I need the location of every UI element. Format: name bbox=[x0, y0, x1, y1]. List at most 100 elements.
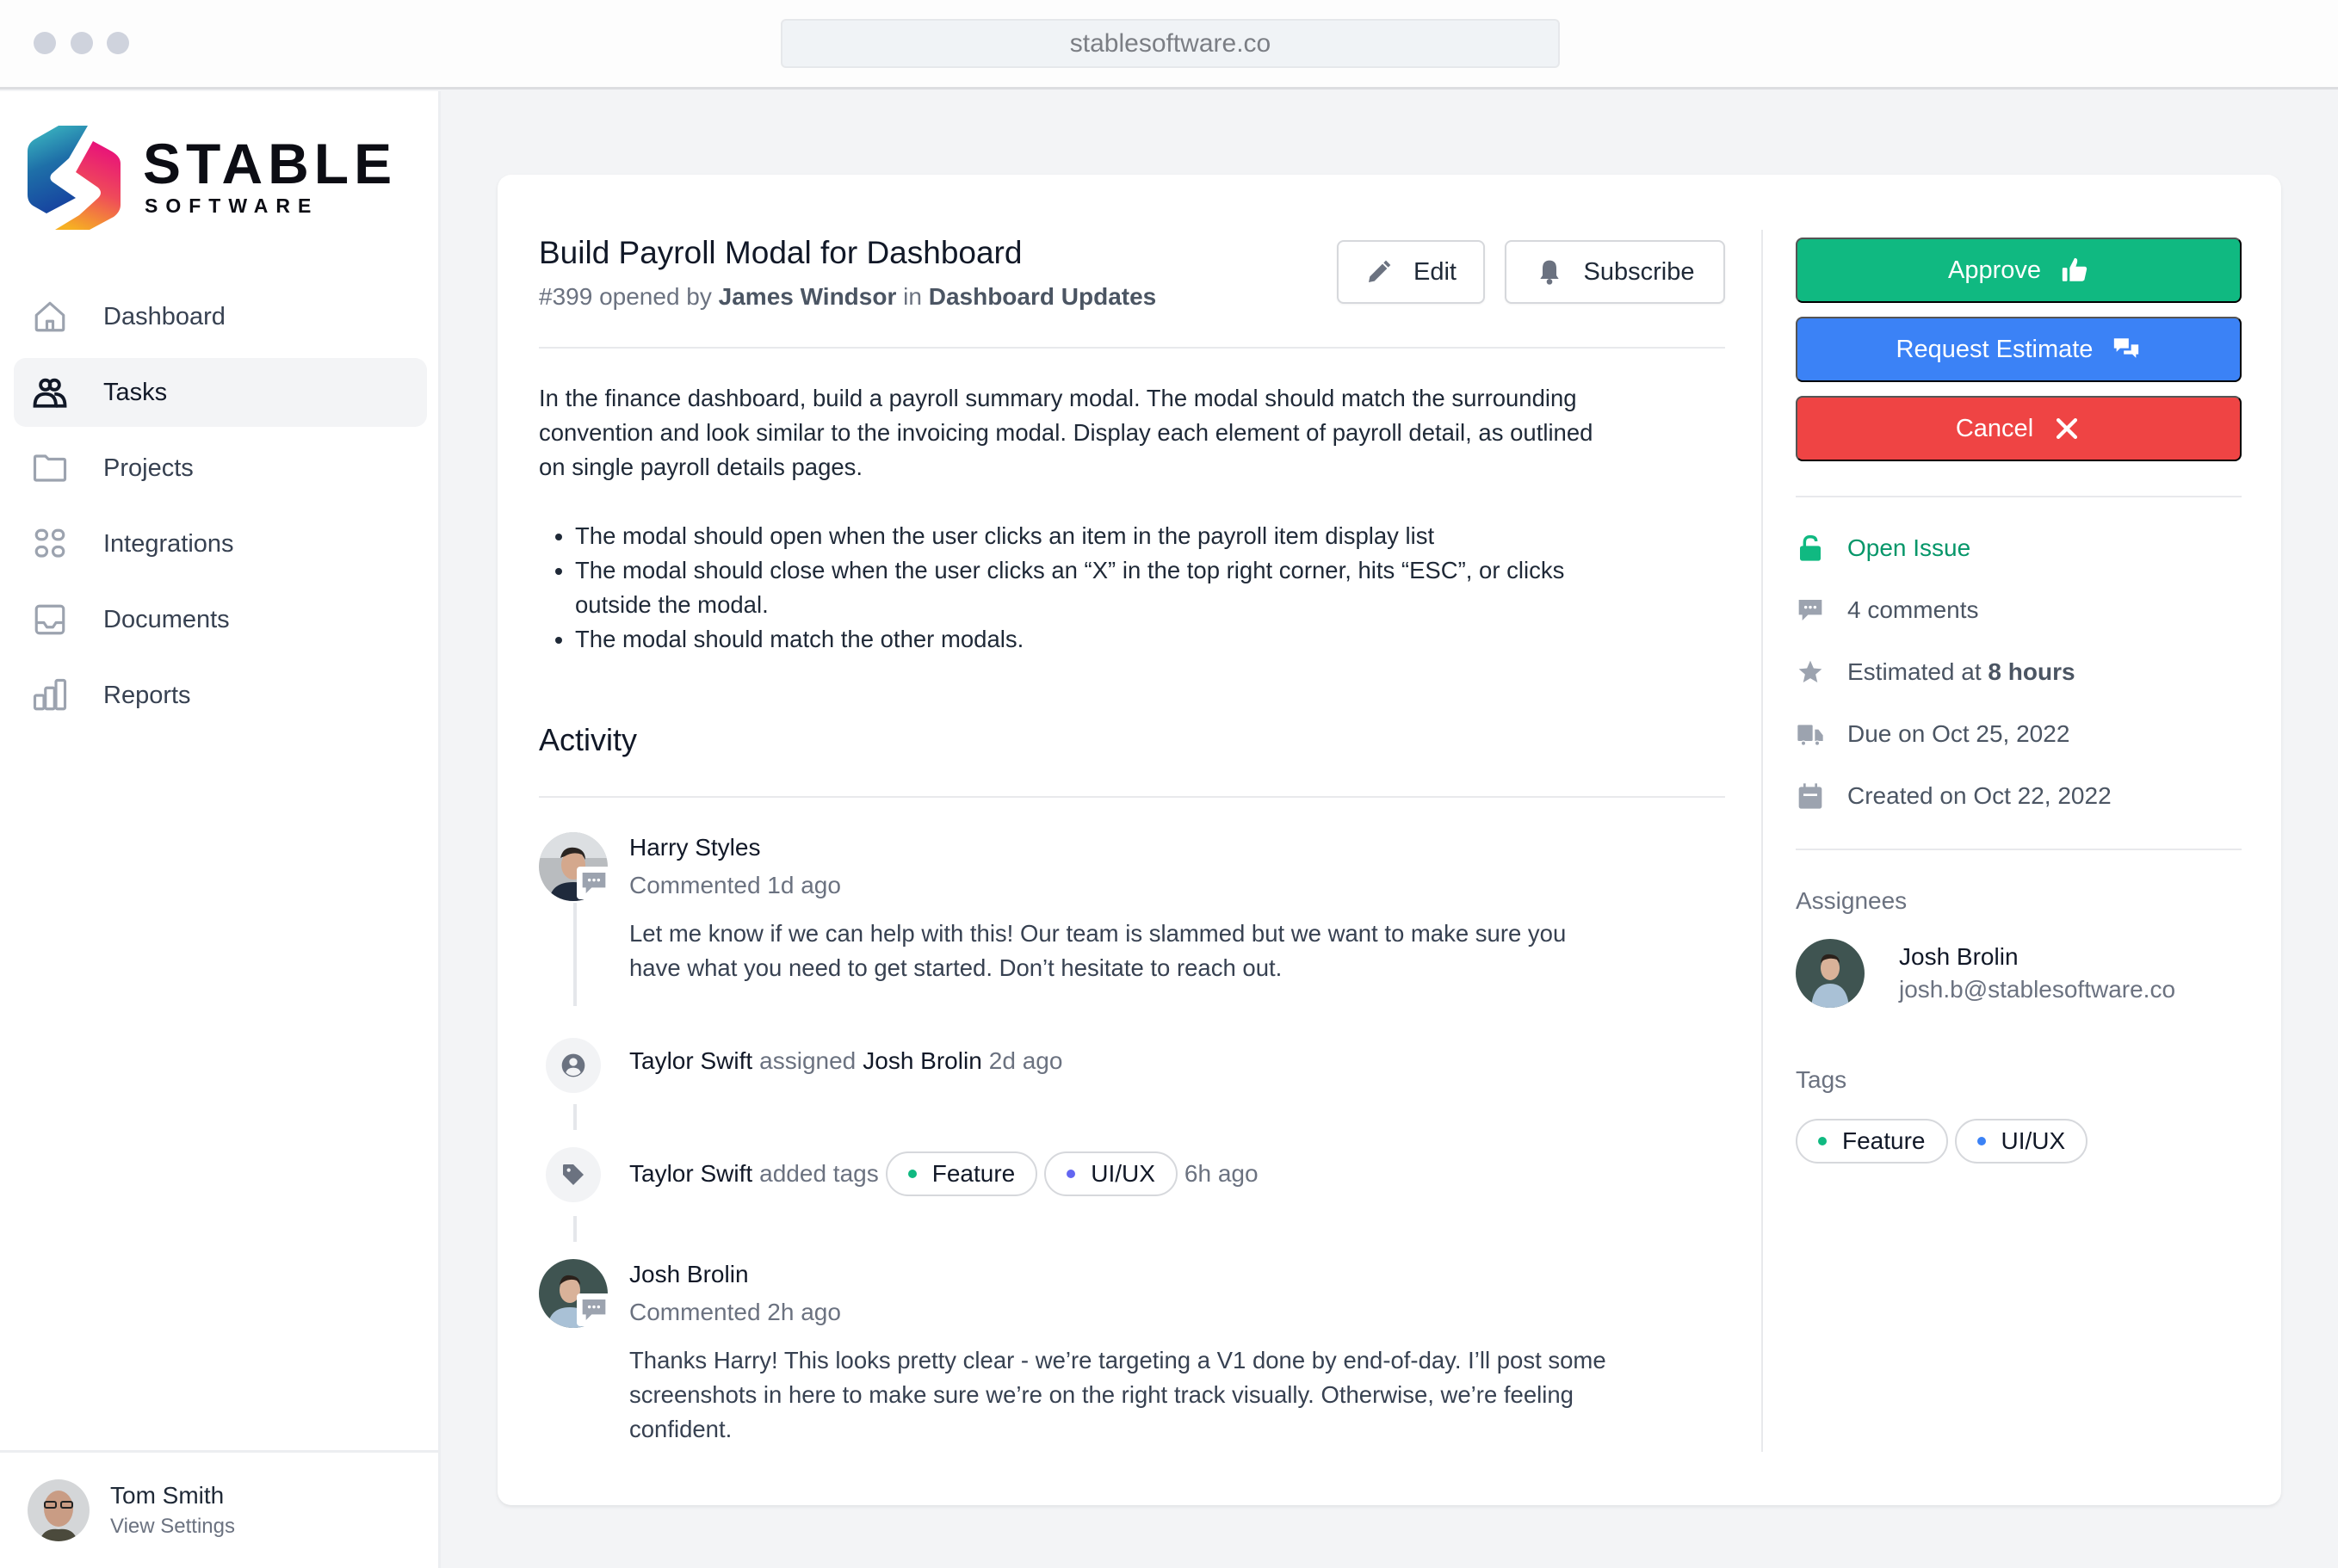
issue-author-link[interactable]: James Windsor bbox=[719, 283, 897, 310]
sidebar-item-label: Projects bbox=[103, 454, 194, 482]
tag-pill-uiux[interactable]: UI/UX bbox=[1044, 1151, 1178, 1196]
users-icon bbox=[31, 373, 69, 411]
comment-body: Thanks Harry! This looks pretty clear - … bbox=[629, 1347, 1606, 1442]
sidebar-item-dashboard[interactable]: Dashboard bbox=[14, 282, 427, 351]
status-open-issue: Open Issue bbox=[1796, 534, 1970, 563]
comments-count: 4 comments bbox=[1796, 596, 1979, 625]
issue-header: Build Payroll Modal for Dashboard #399 o… bbox=[539, 231, 1725, 350]
unlock-icon bbox=[1796, 534, 1825, 563]
comments-count-text: 4 comments bbox=[1847, 596, 1979, 623]
comment-badge bbox=[577, 1293, 611, 1326]
assignee-name: Josh Brolin bbox=[1899, 943, 2019, 970]
sidebar-item-label: Reports bbox=[103, 681, 191, 709]
estimate-value: 8 hours bbox=[1988, 658, 2075, 685]
assign-event-text: Taylor Swift assigned Josh Brolin 2d ago bbox=[629, 1047, 1062, 1075]
event-time: 2d ago bbox=[988, 1047, 1063, 1074]
event-actor[interactable]: Taylor Swift bbox=[629, 1047, 752, 1075]
comment-badge bbox=[577, 867, 611, 899]
comment-meta: Commented 2h ago bbox=[629, 1299, 841, 1325]
estimate-prefix: Estimated at bbox=[1847, 658, 1982, 685]
request-estimate-button[interactable]: Request Estimate bbox=[1796, 317, 2242, 382]
timeline-connector bbox=[573, 1216, 577, 1242]
thumbs-up-icon bbox=[2062, 257, 2088, 281]
tag-pill-feature[interactable]: Feature bbox=[885, 1151, 1038, 1196]
sidebar-item-label: Documents bbox=[103, 605, 230, 633]
tag-event-text: Taylor Swift added tags Feature UI/UX 6h… bbox=[629, 1151, 1259, 1196]
brand-name: STABLE bbox=[143, 132, 398, 195]
edit-button[interactable]: Edit bbox=[1337, 240, 1485, 304]
cancel-button[interactable]: Cancel bbox=[1796, 396, 2242, 461]
browser-chrome: stablesoftware.co bbox=[0, 0, 2338, 90]
view-settings-link[interactable]: View Settings bbox=[110, 1515, 235, 1539]
due-date: Due on Oct 25, 2022 bbox=[1796, 719, 2069, 749]
timeline-connector bbox=[573, 903, 577, 1006]
user-profile[interactable]: Tom Smith View Settings bbox=[0, 1450, 438, 1568]
requirements-list: The modal should open when the user clic… bbox=[539, 519, 1624, 657]
tag-color-dot bbox=[1976, 1137, 1986, 1145]
tag-color-dot bbox=[1067, 1170, 1076, 1178]
tag-list: Feature UI/UX bbox=[1796, 1119, 2088, 1164]
sidebar-item-documents[interactable]: Documents bbox=[14, 585, 427, 654]
issue-title: Build Payroll Modal for Dashboard bbox=[539, 235, 1023, 270]
sidebar-item-integrations[interactable]: Integrations bbox=[14, 509, 427, 578]
sidebar-item-reports[interactable]: Reports bbox=[14, 661, 427, 730]
opened-by-text: opened by bbox=[599, 283, 712, 310]
due-date-text: Due on Oct 25, 2022 bbox=[1847, 720, 2070, 747]
close-icon bbox=[2057, 417, 2078, 440]
estimate: Estimated at 8 hours bbox=[1796, 657, 2075, 687]
sidebar-nav: Dashboard Tasks Projects Integrations Do… bbox=[14, 282, 427, 737]
requirement-item: The modal should close when the user cli… bbox=[575, 553, 1624, 622]
meta-divider bbox=[1796, 849, 2242, 850]
issue-card: Build Payroll Modal for Dashboard #399 o… bbox=[498, 175, 2281, 1505]
window-minimize-dot[interactable] bbox=[71, 32, 93, 54]
tag-pill-uiux[interactable]: UI/UX bbox=[1954, 1119, 2088, 1164]
address-bar[interactable]: stablesoftware.co bbox=[781, 19, 1560, 68]
tag-event-badge bbox=[546, 1147, 601, 1202]
created-date: Created on Oct 22, 2022 bbox=[1796, 781, 2112, 811]
assignee-item[interactable]: Josh Brolin josh.b@stablesoftware.co bbox=[1796, 939, 2175, 1008]
sidebar: STABLE SOFTWARE Dashboard Tasks Projects bbox=[0, 91, 441, 1568]
sidebar-item-tasks[interactable]: Tasks bbox=[14, 358, 427, 427]
tag-color-dot bbox=[907, 1170, 917, 1178]
tag-pill-feature[interactable]: Feature bbox=[1796, 1119, 1948, 1164]
commenter-name[interactable]: Harry Styles bbox=[629, 834, 760, 861]
chat-bubbles-icon bbox=[2114, 338, 2139, 358]
folder-icon bbox=[31, 449, 69, 487]
tag-icon bbox=[563, 1164, 584, 1185]
chat-bubble-icon bbox=[1796, 596, 1825, 625]
tag-color-dot bbox=[1818, 1137, 1827, 1145]
actions-divider bbox=[1796, 496, 2242, 497]
commenter-name[interactable]: Josh Brolin bbox=[629, 1261, 749, 1288]
brand-logo[interactable]: STABLE SOFTWARE bbox=[26, 124, 397, 231]
tag-label: UI/UX bbox=[1091, 1160, 1155, 1187]
window-maximize-dot[interactable] bbox=[107, 32, 129, 54]
sidebar-item-label: Dashboard bbox=[103, 302, 226, 330]
issue-subtitle: #399 opened by James Windsor in Dashboar… bbox=[539, 283, 1156, 311]
assignees-label: Assignees bbox=[1796, 887, 1908, 914]
event-target[interactable]: Josh Brolin bbox=[863, 1047, 982, 1075]
subscribe-button[interactable]: Subscribe bbox=[1505, 240, 1725, 304]
sidebar-item-label: Integrations bbox=[103, 529, 234, 558]
assign-event-badge bbox=[546, 1038, 601, 1093]
activity-heading: Activity bbox=[539, 722, 638, 757]
in-text: in bbox=[903, 283, 922, 310]
approve-button-label: Approve bbox=[1947, 256, 2041, 284]
bar-chart-icon bbox=[31, 676, 69, 714]
status-text: Open Issue bbox=[1847, 534, 1971, 561]
grid-icon bbox=[31, 525, 69, 563]
chat-bubble-icon bbox=[582, 873, 606, 893]
requirement-item: The modal should match the other modals. bbox=[575, 622, 1624, 657]
brand-subtitle: SOFTWARE bbox=[145, 194, 319, 217]
approve-button[interactable]: Approve bbox=[1796, 238, 2242, 303]
event-actor[interactable]: Taylor Swift bbox=[629, 1160, 752, 1188]
stable-logo-icon bbox=[28, 126, 121, 230]
window-close-dot[interactable] bbox=[34, 32, 56, 54]
comment-body: Let me know if we can help with this! Ou… bbox=[629, 920, 1567, 981]
issue-project-link[interactable]: Dashboard Updates bbox=[929, 283, 1157, 310]
description-paragraph: In the finance dashboard, build a payrol… bbox=[539, 385, 1593, 480]
sidebar-item-projects[interactable]: Projects bbox=[14, 434, 427, 503]
subscribe-button-label: Subscribe bbox=[1583, 257, 1695, 286]
assignee-email: josh.b@stablesoftware.co bbox=[1899, 976, 2176, 1003]
star-icon bbox=[1796, 657, 1825, 687]
event-verb: assigned bbox=[759, 1047, 857, 1074]
